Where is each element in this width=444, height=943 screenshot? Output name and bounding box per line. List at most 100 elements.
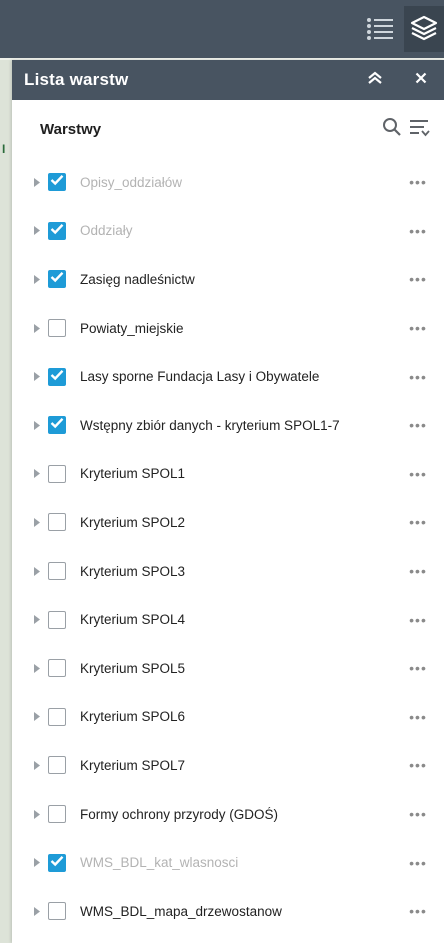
layer-visibility-checkbox[interactable] [48,513,66,532]
layer-label: Kryterium SPOL3 [80,563,186,579]
layer-visibility-checkbox[interactable] [48,707,66,726]
layer-visibility-checkbox[interactable] [48,562,66,581]
more-dots-icon[interactable]: ••• [404,175,432,189]
layer-list-panel: Lista warstw Warstwy Opisy_oddziałów •••… [12,60,444,943]
layers-section-header: Warstwy [12,100,444,158]
caret-right-icon[interactable] [34,321,48,335]
check-icon [50,222,64,240]
layer-label: Lasy sporne Fundacja Lasy i Obywatele [80,369,320,385]
layer-label: Kryterium SPOL4 [80,612,186,628]
layer-list-toolbar-button[interactable] [360,6,400,52]
layer-visibility-checkbox[interactable] [48,221,66,240]
more-dots-icon[interactable]: ••• [404,224,432,238]
more-dots-icon[interactable]: ••• [404,613,432,627]
caret-right-icon[interactable] [34,613,48,627]
search-button[interactable] [380,117,404,141]
caret-right-icon[interactable] [34,710,48,724]
layer-row[interactable]: Wstępny zbiór danych - kryterium SPOL1-7… [12,401,444,450]
check-icon [50,416,64,434]
layer-visibility-checkbox[interactable] [48,464,66,483]
caret-right-icon[interactable] [34,370,48,384]
layer-label: Kryterium SPOL2 [80,514,186,530]
layer-row[interactable]: Zasięg nadleśnictw ••• [12,255,444,304]
more-dots-icon[interactable]: ••• [404,467,432,481]
layer-row[interactable]: Oddziały ••• [12,207,444,256]
map-edge[interactable] [0,60,12,943]
caret-right-icon[interactable] [34,224,48,238]
layer-row[interactable]: Kryterium SPOL3 ••• [12,547,444,596]
layer-visibility-checkbox[interactable] [48,659,66,678]
more-dots-icon[interactable]: ••• [404,418,432,432]
layer-label: WMS_BDL_mapa_drzewostanow [80,903,282,919]
more-dots-icon[interactable]: ••• [404,661,432,675]
layers-toolbar-button[interactable] [404,6,444,52]
caret-right-icon[interactable] [34,807,48,821]
check-icon [50,173,64,191]
layer-row[interactable]: Kryterium SPOL2 ••• [12,498,444,547]
layer-row[interactable]: Opisy_oddziałów ••• [12,158,444,207]
layer-visibility-checkbox[interactable] [48,756,66,775]
more-dots-icon[interactable]: ••• [404,515,432,529]
layer-label: Kryterium SPOL7 [80,757,186,773]
check-icon [50,270,64,288]
caret-right-icon[interactable] [34,661,48,675]
caret-right-icon[interactable] [34,564,48,578]
caret-right-icon[interactable] [34,272,48,286]
layer-visibility-checkbox[interactable] [48,416,66,435]
layer-label: Opisy_oddziałów [80,174,183,190]
layer-visibility-checkbox[interactable] [48,319,66,338]
filter-list-icon [409,117,431,142]
caret-right-icon[interactable] [34,515,48,529]
more-dots-icon[interactable]: ••• [404,856,432,870]
caret-right-icon[interactable] [34,904,48,918]
layer-visibility-checkbox[interactable] [48,902,66,921]
layer-list: Opisy_oddziałów ••• Oddziały ••• Zasięg nadl… [12,158,444,936]
caret-right-icon[interactable] [34,175,48,189]
more-dots-icon[interactable]: ••• [404,807,432,821]
layer-row[interactable]: Formy ochrony przyrody (GDOŚ) ••• [12,790,444,839]
check-icon [50,854,64,872]
more-dots-icon[interactable]: ••• [404,370,432,384]
layer-row[interactable]: WMS_BDL_mapa_drzewostanow ••• [12,887,444,936]
layer-label: Powiaty_miejskie [80,320,184,336]
caret-right-icon[interactable] [34,856,48,870]
layer-label: Oddziały [80,223,133,239]
caret-right-icon[interactable] [34,418,48,432]
layer-label: Zasięg nadleśnictw [80,271,195,287]
layer-label: Wstępny zbiór danych - kryterium SPOL1-7 [80,417,340,433]
layer-visibility-checkbox[interactable] [48,853,66,872]
more-dots-icon[interactable]: ••• [404,710,432,724]
more-dots-icon[interactable]: ••• [404,272,432,286]
search-icon [382,117,402,142]
layer-visibility-checkbox[interactable] [48,173,66,192]
panel-header: Lista warstw [12,60,444,100]
more-dots-icon[interactable]: ••• [404,564,432,578]
layer-row[interactable]: Kryterium SPOL1 ••• [12,450,444,499]
layer-visibility-checkbox[interactable] [48,367,66,386]
layer-label: WMS_BDL_kat_wlasnosci [80,855,239,871]
collapse-button[interactable] [352,60,398,100]
section-title: Warstwy [40,120,102,138]
more-dots-icon[interactable]: ••• [404,904,432,918]
layer-row[interactable]: WMS_BDL_kat_wlasnosci ••• [12,838,444,887]
filter-button[interactable] [408,117,432,141]
layer-visibility-checkbox[interactable] [48,610,66,629]
more-dots-icon[interactable]: ••• [404,321,432,335]
layers-icon [409,14,439,44]
close-button[interactable] [398,60,444,100]
layer-row[interactable]: Kryterium SPOL5 ••• [12,644,444,693]
more-dots-icon[interactable]: ••• [404,758,432,772]
close-icon [415,71,427,89]
caret-right-icon[interactable] [34,758,48,772]
layer-row[interactable]: Powiaty_miejskie ••• [12,304,444,353]
check-icon [50,368,64,386]
layer-row[interactable]: Lasy sporne Fundacja Lasy i Obywatele ••• [12,352,444,401]
layer-label: Kryterium SPOL6 [80,709,186,725]
layer-visibility-checkbox[interactable] [48,270,66,289]
layer-row[interactable]: Kryterium SPOL7 ••• [12,741,444,790]
layer-row[interactable]: Kryterium SPOL4 ••• [12,595,444,644]
layer-row[interactable]: Kryterium SPOL6 ••• [12,693,444,742]
layer-visibility-checkbox[interactable] [48,805,66,824]
caret-right-icon[interactable] [34,467,48,481]
layer-label: Kryterium SPOL1 [80,466,186,482]
